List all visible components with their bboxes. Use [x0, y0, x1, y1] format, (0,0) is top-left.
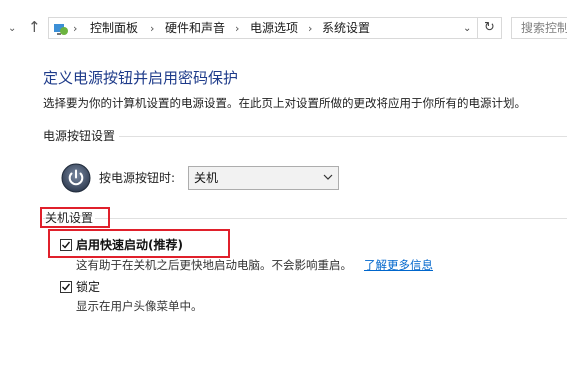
power-icon [61, 163, 91, 193]
section-divider [43, 218, 567, 219]
control-panel-icon [54, 24, 68, 35]
checkmark-icon [62, 283, 71, 291]
search-input[interactable]: 搜索控制 [511, 17, 567, 39]
breadcrumb-system-settings[interactable]: 系统设置 [322, 21, 370, 36]
breadcrumb-control-panel[interactable]: 控制面板 [90, 21, 138, 36]
address-bar[interactable]: › 控制面板 › 硬件和声音 › 电源选项 › 系统设置 ⌄ [48, 17, 502, 39]
learn-more-link[interactable]: 了解更多信息 [364, 258, 433, 272]
power-button-action-label: 按电源按钮时: [99, 171, 176, 185]
breadcrumb-hardware-sound[interactable]: 硬件和声音 [165, 21, 225, 36]
power-button-action-value: 关机 [194, 171, 219, 185]
shutdown-heading-highlight [40, 207, 110, 228]
power-button-section-heading: 电源按钮设置 [43, 129, 120, 143]
breadcrumb-chevron-icon: › [235, 22, 240, 35]
power-button-action-select[interactable]: 关机 [188, 166, 339, 190]
breadcrumb-power-options[interactable]: 电源选项 [250, 21, 298, 36]
section-divider [43, 136, 567, 137]
fast-startup-highlight [48, 229, 230, 258]
breadcrumb-chevron-icon: › [73, 22, 78, 35]
refresh-icon: ↻ [484, 20, 495, 35]
search-placeholder: 搜索控制 [521, 21, 567, 35]
breadcrumb-chevron-icon: › [308, 22, 313, 35]
fast-startup-description: 这有助于在关机之后更快地启动电脑。不会影响重启。 [76, 258, 352, 272]
lock-description: 显示在用户头像菜单中。 [76, 299, 203, 313]
page-description: 选择要为你的计算机设置的电源设置。在此页上对设置所做的更改将应用于你所有的电源计… [43, 96, 526, 110]
page-title: 定义电源按钮并启用密码保护 [43, 69, 239, 87]
breadcrumb-chevron-icon: › [150, 22, 155, 35]
lock-label[interactable]: 锁定 [76, 280, 100, 294]
lock-checkbox[interactable] [60, 281, 72, 293]
address-dropdown-icon[interactable]: ⌄ [463, 21, 471, 36]
recent-locations-chevron-icon[interactable]: ⌄ [8, 22, 16, 36]
up-arrow-icon[interactable]: ↑ [28, 20, 41, 35]
refresh-button[interactable]: ↻ [477, 17, 502, 39]
chevron-down-icon [323, 174, 333, 180]
